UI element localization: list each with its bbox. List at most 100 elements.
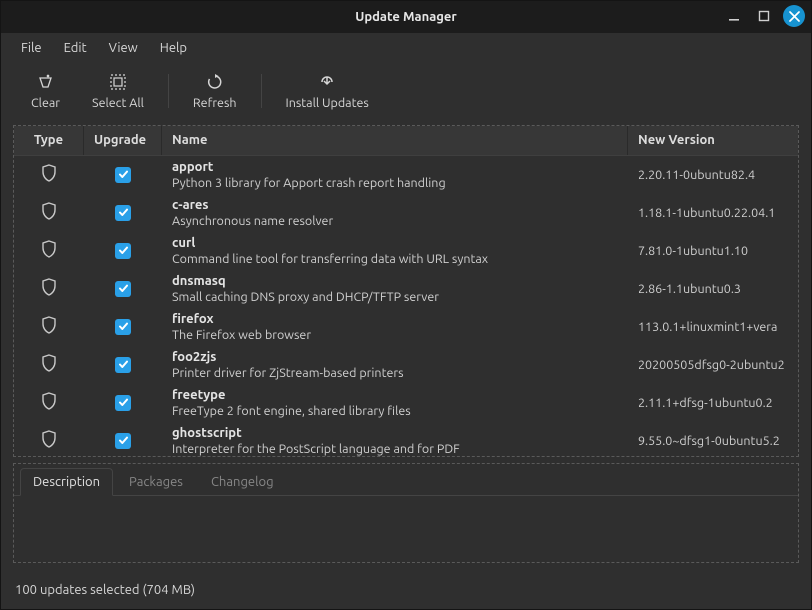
table-row[interactable]: curlCommand line tool for transferring d… — [14, 232, 798, 270]
name-cell: firefoxThe Firefox web browser — [162, 309, 628, 345]
name-cell: ghostscriptInterpreter for the PostScrip… — [162, 423, 628, 456]
upgrade-cell — [84, 319, 162, 335]
menu-help[interactable]: Help — [150, 36, 197, 60]
shield-icon — [41, 392, 57, 413]
column-header-type[interactable]: Type — [14, 126, 84, 155]
shield-icon — [41, 354, 57, 375]
package-description: Interpreter for the PostScript language … — [172, 441, 460, 456]
type-cell — [14, 278, 84, 299]
package-version: 2.20.11-0ubuntu82.4 — [638, 168, 755, 182]
refresh-icon — [206, 72, 224, 92]
package-name: freetype — [172, 387, 225, 403]
name-cell: dnsmasqSmall caching DNS proxy and DHCP/… — [162, 271, 628, 307]
clear-button[interactable]: Clear — [15, 68, 76, 114]
version-cell: 9.55.0~dfsg1-0ubuntu5.2 — [628, 434, 798, 448]
tab-changelog[interactable]: Changelog — [199, 469, 286, 495]
package-version: 9.55.0~dfsg1-0ubuntu5.2 — [638, 434, 780, 448]
shield-icon — [41, 278, 57, 299]
type-cell — [14, 202, 84, 223]
package-version: 113.0.1+linuxmint1+vera — [638, 320, 777, 334]
type-cell — [14, 430, 84, 451]
package-name: ghostscript — [172, 425, 242, 441]
install-updates-button[interactable]: Install Updates — [270, 68, 385, 114]
package-rows[interactable]: apportPython 3 library for Apport crash … — [14, 156, 798, 456]
table-row[interactable]: ghostscriptInterpreter for the PostScrip… — [14, 422, 798, 456]
refresh-label: Refresh — [193, 96, 237, 110]
upgrade-cell — [84, 281, 162, 297]
shield-icon — [41, 202, 57, 223]
clear-label: Clear — [31, 96, 60, 110]
package-version: 2.86-1.1ubuntu0.3 — [638, 282, 741, 296]
toolbar-separator — [261, 74, 262, 108]
maximize-button[interactable] — [753, 5, 775, 27]
window-title: Update Manager — [1, 10, 811, 24]
version-cell: 2.20.11-0ubuntu82.4 — [628, 168, 798, 182]
menu-file[interactable]: File — [11, 36, 52, 60]
shield-icon — [41, 430, 57, 451]
upgrade-cell — [84, 243, 162, 259]
type-cell — [14, 240, 84, 261]
type-cell — [14, 164, 84, 185]
package-description: Python 3 library for Apport crash report… — [172, 175, 446, 191]
package-version: 20200505dfsg0-2ubuntu2 — [638, 358, 785, 372]
version-cell: 20200505dfsg0-2ubuntu2 — [628, 358, 798, 372]
table-row[interactable]: c-aresAsynchronous name resolver1.18.1-1… — [14, 194, 798, 232]
table-row[interactable]: dnsmasqSmall caching DNS proxy and DHCP/… — [14, 270, 798, 308]
select-all-button[interactable]: Select All — [76, 68, 160, 114]
upgrade-checkbox[interactable] — [115, 167, 131, 183]
close-button[interactable] — [783, 5, 805, 27]
select-all-icon — [109, 72, 127, 92]
shield-icon — [41, 164, 57, 185]
menu-view[interactable]: View — [99, 36, 148, 60]
package-description: FreeType 2 font engine, shared library f… — [172, 403, 411, 419]
name-cell: foo2zjsPrinter driver for ZjStream-based… — [162, 347, 628, 383]
minimize-icon — [728, 10, 740, 22]
table-row[interactable]: freetypeFreeType 2 font engine, shared l… — [14, 384, 798, 422]
table-row[interactable]: firefoxThe Firefox web browser 113.0.1+li… — [14, 308, 798, 346]
refresh-button[interactable]: Refresh — [177, 68, 253, 114]
shield-icon — [41, 240, 57, 261]
maximize-icon — [758, 10, 770, 22]
version-cell: 2.86-1.1ubuntu0.3 — [628, 282, 798, 296]
tab-description[interactable]: Description — [20, 468, 113, 496]
status-bar: 100 updates selected (704 MB) — [1, 573, 811, 609]
version-cell: 7.81.0-1ubuntu1.10 — [628, 244, 798, 258]
toolbar-separator — [168, 74, 169, 108]
table-row[interactable]: foo2zjsPrinter driver for ZjStream-based… — [14, 346, 798, 384]
package-list: Type Upgrade Name New Version apportPyth… — [13, 125, 799, 457]
version-cell: 1.18.1-1ubuntu0.22.04.1 — [628, 206, 798, 220]
name-cell: c-aresAsynchronous name resolver — [162, 195, 628, 231]
tab-packages[interactable]: Packages — [117, 469, 195, 495]
upgrade-cell — [84, 205, 162, 221]
install-label: Install Updates — [286, 96, 369, 110]
upgrade-cell — [84, 357, 162, 373]
upgrade-cell — [84, 167, 162, 183]
upgrade-checkbox[interactable] — [115, 205, 131, 221]
type-cell — [14, 316, 84, 337]
version-cell: 2.11.1+dfsg-1ubuntu0.2 — [628, 396, 798, 410]
menu-edit[interactable]: Edit — [54, 36, 97, 60]
package-description: Command line tool for transferring data … — [172, 251, 488, 267]
column-headers: Type Upgrade Name New Version — [14, 126, 798, 156]
name-cell: curlCommand line tool for transferring d… — [162, 233, 628, 269]
upgrade-checkbox[interactable] — [115, 319, 131, 335]
upgrade-checkbox[interactable] — [115, 395, 131, 411]
minimize-button[interactable] — [723, 5, 745, 27]
upgrade-checkbox[interactable] — [115, 243, 131, 259]
name-cell: freetypeFreeType 2 font engine, shared l… — [162, 385, 628, 421]
upgrade-checkbox[interactable] — [115, 357, 131, 373]
column-header-upgrade[interactable]: Upgrade — [84, 126, 162, 155]
upgrade-checkbox[interactable] — [115, 433, 131, 449]
install-icon — [318, 72, 336, 92]
package-version: 2.11.1+dfsg-1ubuntu0.2 — [638, 396, 773, 410]
package-description: Asynchronous name resolver — [172, 213, 333, 229]
package-name: firefox — [172, 311, 214, 327]
package-name: curl — [172, 235, 195, 251]
package-description: The Firefox web browser — [172, 327, 311, 343]
table-row[interactable]: apportPython 3 library for Apport crash … — [14, 156, 798, 194]
column-header-version[interactable]: New Version — [628, 126, 798, 155]
type-cell — [14, 354, 84, 375]
column-header-name[interactable]: Name — [162, 126, 628, 155]
upgrade-checkbox[interactable] — [115, 281, 131, 297]
close-icon — [789, 11, 800, 22]
